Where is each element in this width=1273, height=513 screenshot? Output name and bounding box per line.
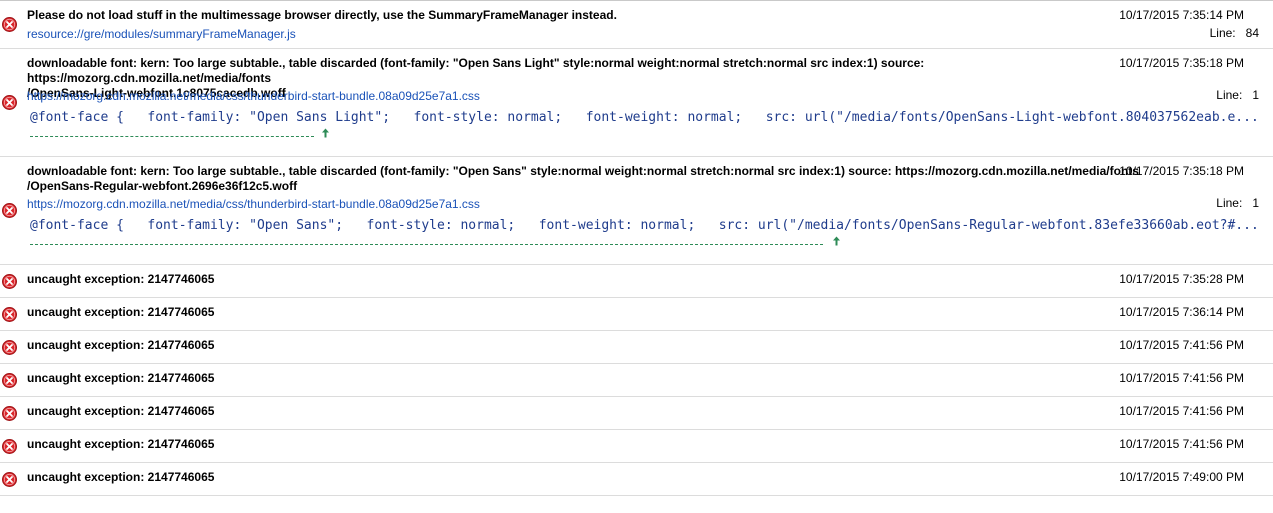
error-message: uncaught exception: 2147746065 xyxy=(27,404,215,418)
timestamp: 10/17/2015 7:41:56 PM xyxy=(1119,437,1244,451)
console-row[interactable]: uncaught exception: 2147746065 10/17/201… xyxy=(0,298,1273,331)
line-number: 1 xyxy=(1252,88,1259,102)
console-row[interactable]: downloadable font: kern: Too large subta… xyxy=(0,49,1273,157)
timestamp: 10/17/2015 7:36:14 PM xyxy=(1119,305,1244,319)
timestamp: 10/17/2015 7:41:56 PM xyxy=(1119,371,1244,385)
error-message: uncaught exception: 2147746065 xyxy=(27,371,215,385)
error-icon xyxy=(2,439,17,454)
console-row[interactable]: uncaught exception: 2147746065 10/17/201… xyxy=(0,430,1273,463)
source-link[interactable]: https://mozorg.cdn.mozilla.net/media/css… xyxy=(27,89,480,104)
timestamp: 10/17/2015 7:35:28 PM xyxy=(1119,272,1244,286)
source-code-snippet: @font-face { font-family: "Open Sans"; f… xyxy=(30,218,1259,233)
timestamp: 10/17/2015 7:49:00 PM xyxy=(1119,470,1244,484)
error-message: uncaught exception: 2147746065 xyxy=(27,470,215,484)
error-icon xyxy=(2,307,17,322)
line-label: Line: xyxy=(1216,196,1243,210)
error-message: uncaught exception: 2147746065 xyxy=(27,338,215,352)
line-info: Line: 84 xyxy=(1210,26,1259,41)
console-row[interactable]: Please do not load stuff in the multimes… xyxy=(0,1,1273,49)
console-row[interactable]: uncaught exception: 2147746065 10/17/201… xyxy=(0,364,1273,397)
error-icon xyxy=(2,274,17,289)
line-number: 1 xyxy=(1252,196,1259,210)
error-message: uncaught exception: 2147746065 xyxy=(27,272,215,286)
line-info: Line: 1 xyxy=(1216,88,1259,103)
timestamp: 10/17/2015 7:35:18 PM xyxy=(1119,164,1244,178)
caret-up-icon xyxy=(321,128,330,138)
error-icon xyxy=(2,373,17,388)
line-label: Line: xyxy=(1209,26,1236,40)
error-position-marker xyxy=(30,244,823,245)
console-row[interactable]: uncaught exception: 2147746065 10/17/201… xyxy=(0,265,1273,298)
caret-up-icon xyxy=(832,236,841,246)
error-icon xyxy=(2,17,17,32)
timestamp: 10/17/2015 7:35:18 PM xyxy=(1119,56,1244,70)
error-icon xyxy=(2,203,17,218)
timestamp: 10/17/2015 7:41:56 PM xyxy=(1119,404,1244,418)
error-message: Please do not load stuff in the multimes… xyxy=(27,8,617,22)
console-row[interactable]: uncaught exception: 2147746065 10/17/201… xyxy=(0,331,1273,364)
console-row[interactable]: uncaught exception: 2147746065 10/17/201… xyxy=(0,463,1273,496)
line-label: Line: xyxy=(1216,88,1243,102)
line-info: Line: 1 xyxy=(1216,196,1259,211)
error-message: uncaught exception: 2147746065 xyxy=(27,305,215,319)
source-link[interactable]: resource://gre/modules/summaryFrameManag… xyxy=(27,27,296,42)
error-icon xyxy=(2,472,17,487)
error-icon xyxy=(2,406,17,421)
error-position-marker xyxy=(30,136,314,137)
source-code-snippet: @font-face { font-family: "Open Sans Lig… xyxy=(30,110,1259,125)
timestamp: 10/17/2015 7:41:56 PM xyxy=(1119,338,1244,352)
timestamp: 10/17/2015 7:35:14 PM xyxy=(1119,8,1244,22)
error-message: uncaught exception: 2147746065 xyxy=(27,437,215,451)
error-message: downloadable font: kern: Too large subta… xyxy=(27,164,1139,193)
line-number: 84 xyxy=(1245,26,1259,40)
error-icon xyxy=(2,340,17,355)
error-icon xyxy=(2,95,17,110)
console-row[interactable]: uncaught exception: 2147746065 10/17/201… xyxy=(0,397,1273,430)
error-console-list: Please do not load stuff in the multimes… xyxy=(0,0,1273,496)
source-link[interactable]: https://mozorg.cdn.mozilla.net/media/css… xyxy=(27,197,480,212)
console-row[interactable]: downloadable font: kern: Too large subta… xyxy=(0,157,1273,265)
